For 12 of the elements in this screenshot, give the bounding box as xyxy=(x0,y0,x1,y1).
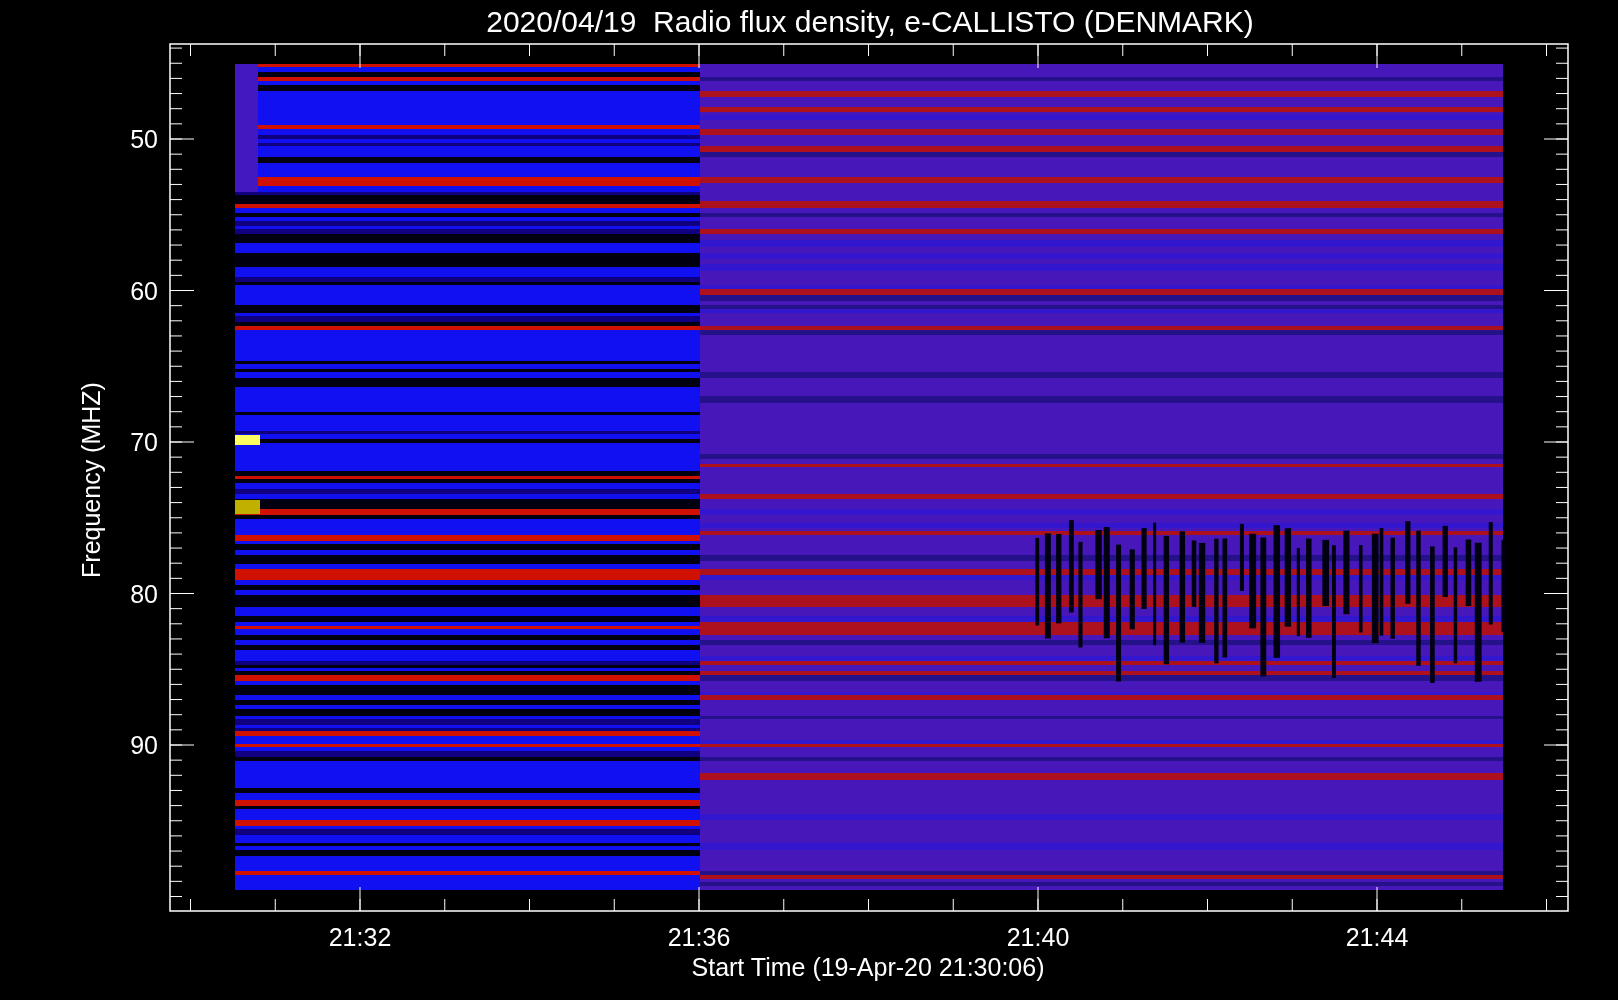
y-tick-label: 80 xyxy=(130,579,158,608)
y-tick-label: 50 xyxy=(130,125,158,153)
x-tick-label: 21:32 xyxy=(328,923,392,951)
y-axis-label: Frequency (MHZ) xyxy=(77,382,105,578)
y-tick-label: 90 xyxy=(130,731,158,759)
y-tick-label: 70 xyxy=(130,428,158,456)
x-tick-label: 21:40 xyxy=(1006,923,1070,951)
chart-title: 2020/04/19 Radio flux density, e-CALLISTO (DENMARK) xyxy=(486,5,1254,38)
x-tick-label: 21:44 xyxy=(1345,923,1409,951)
y-tick-label: 60 xyxy=(130,276,158,305)
x-tick-label: 21:36 xyxy=(667,923,731,951)
x-axis-label: Start Time (19-Apr-20 21:30:06) xyxy=(691,953,1045,981)
